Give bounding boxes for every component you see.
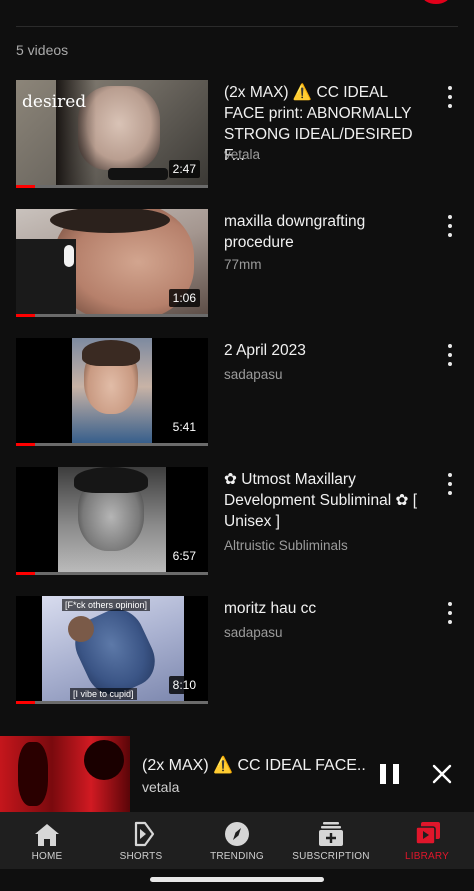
- nav-subscription-label: SUBSCRIPTION: [292, 851, 370, 862]
- channel-name[interactable]: sadapasu: [224, 367, 283, 382]
- bottom-navigation: HOME SHORTS TRENDING SUBSCRIPTION LIBRAR…: [0, 812, 474, 869]
- video-thumbnail[interactable]: [F*ck others opinion] [I vibe to cupid] …: [16, 596, 208, 704]
- watch-progress-fill: [16, 314, 36, 317]
- video-count: 5 videos: [16, 42, 69, 58]
- channel-name[interactable]: Altruistic Subliminals: [224, 538, 348, 553]
- list-item[interactable]: 6:57 ✿ Utmost Maxillary Development Subl…: [0, 467, 474, 575]
- more-options-icon[interactable]: [440, 213, 460, 241]
- watch-progress-bar: [16, 185, 208, 188]
- watch-progress-fill: [16, 572, 36, 575]
- header-divider: [16, 26, 458, 27]
- compass-icon: [222, 820, 252, 848]
- duration-badge: 2:47: [168, 160, 200, 178]
- watch-progress-bar: [16, 314, 208, 317]
- list-item[interactable]: 1:06 maxilla downgrafting procedure 77mm: [0, 209, 474, 317]
- mini-player-channel: vetala: [142, 779, 180, 795]
- library-icon: [412, 820, 442, 848]
- thumbnail-caption: desired: [22, 92, 87, 112]
- list-item[interactable]: [F*ck others opinion] [I vibe to cupid] …: [0, 596, 474, 704]
- watch-progress-fill: [16, 701, 36, 704]
- duration-badge: 8:10: [168, 676, 200, 694]
- duration-badge: 6:57: [168, 547, 200, 565]
- shorts-icon: [126, 820, 156, 848]
- list-item[interactable]: desired 2:47 (2x MAX) ⚠️ CC IDEAL FACE p…: [0, 80, 474, 188]
- watch-progress-fill: [16, 443, 36, 446]
- watch-progress-bar: [16, 443, 208, 446]
- home-indicator[interactable]: [150, 877, 324, 882]
- video-thumbnail[interactable]: desired 2:47: [16, 80, 208, 188]
- top-badge: [422, 0, 450, 4]
- nav-library[interactable]: LIBRARY: [380, 812, 474, 869]
- video-title[interactable]: ✿ Utmost Maxillary Development Sublimina…: [224, 469, 429, 532]
- nav-subscription[interactable]: SUBSCRIPTION: [284, 812, 378, 869]
- video-title[interactable]: moritz hau cc: [224, 598, 429, 619]
- watch-progress-fill: [16, 185, 36, 188]
- thumbnail-caption-top: [F*ck others opinion]: [62, 599, 151, 611]
- more-options-icon[interactable]: [440, 342, 460, 370]
- more-options-icon[interactable]: [440, 471, 460, 499]
- more-options-icon[interactable]: [440, 84, 460, 112]
- close-icon[interactable]: [430, 762, 454, 786]
- video-thumbnail[interactable]: 6:57: [16, 467, 208, 575]
- mini-player-title[interactable]: (2x MAX) ⚠️ CC IDEAL FACE..: [142, 755, 366, 775]
- watch-progress-bar: [16, 572, 208, 575]
- nav-trending[interactable]: TRENDING: [190, 812, 284, 869]
- thumbnail-caption-bottom: [I vibe to cupid]: [70, 688, 137, 700]
- nav-library-label: LIBRARY: [404, 851, 449, 862]
- channel-name[interactable]: vetala: [224, 147, 260, 162]
- channel-name[interactable]: 77mm: [224, 257, 262, 272]
- channel-name[interactable]: sadapasu: [224, 625, 283, 640]
- list-item[interactable]: 5:41 2 April 2023 sadapasu: [0, 338, 474, 446]
- home-icon: [32, 820, 62, 848]
- video-title[interactable]: 2 April 2023: [224, 340, 429, 361]
- mini-player[interactable]: (2x MAX) ⚠️ CC IDEAL FACE.. vetala: [0, 736, 474, 812]
- video-title[interactable]: maxilla downgrafting procedure: [224, 211, 429, 253]
- mini-player-thumbnail[interactable]: [0, 736, 130, 812]
- duration-badge: 1:06: [168, 289, 200, 307]
- more-options-icon[interactable]: [440, 600, 460, 628]
- nav-shorts-label: SHORTS: [119, 851, 163, 862]
- nav-shorts[interactable]: SHORTS: [94, 812, 188, 869]
- nav-home-label: HOME: [31, 851, 63, 862]
- nav-home[interactable]: HOME: [0, 812, 94, 869]
- watch-progress-bar: [16, 701, 208, 704]
- duration-badge: 5:41: [168, 418, 200, 436]
- nav-trending-label: TRENDING: [210, 851, 264, 862]
- subscriptions-icon: [316, 820, 346, 848]
- pause-icon[interactable]: [378, 764, 402, 786]
- video-thumbnail[interactable]: 5:41: [16, 338, 208, 446]
- video-thumbnail[interactable]: 1:06: [16, 209, 208, 317]
